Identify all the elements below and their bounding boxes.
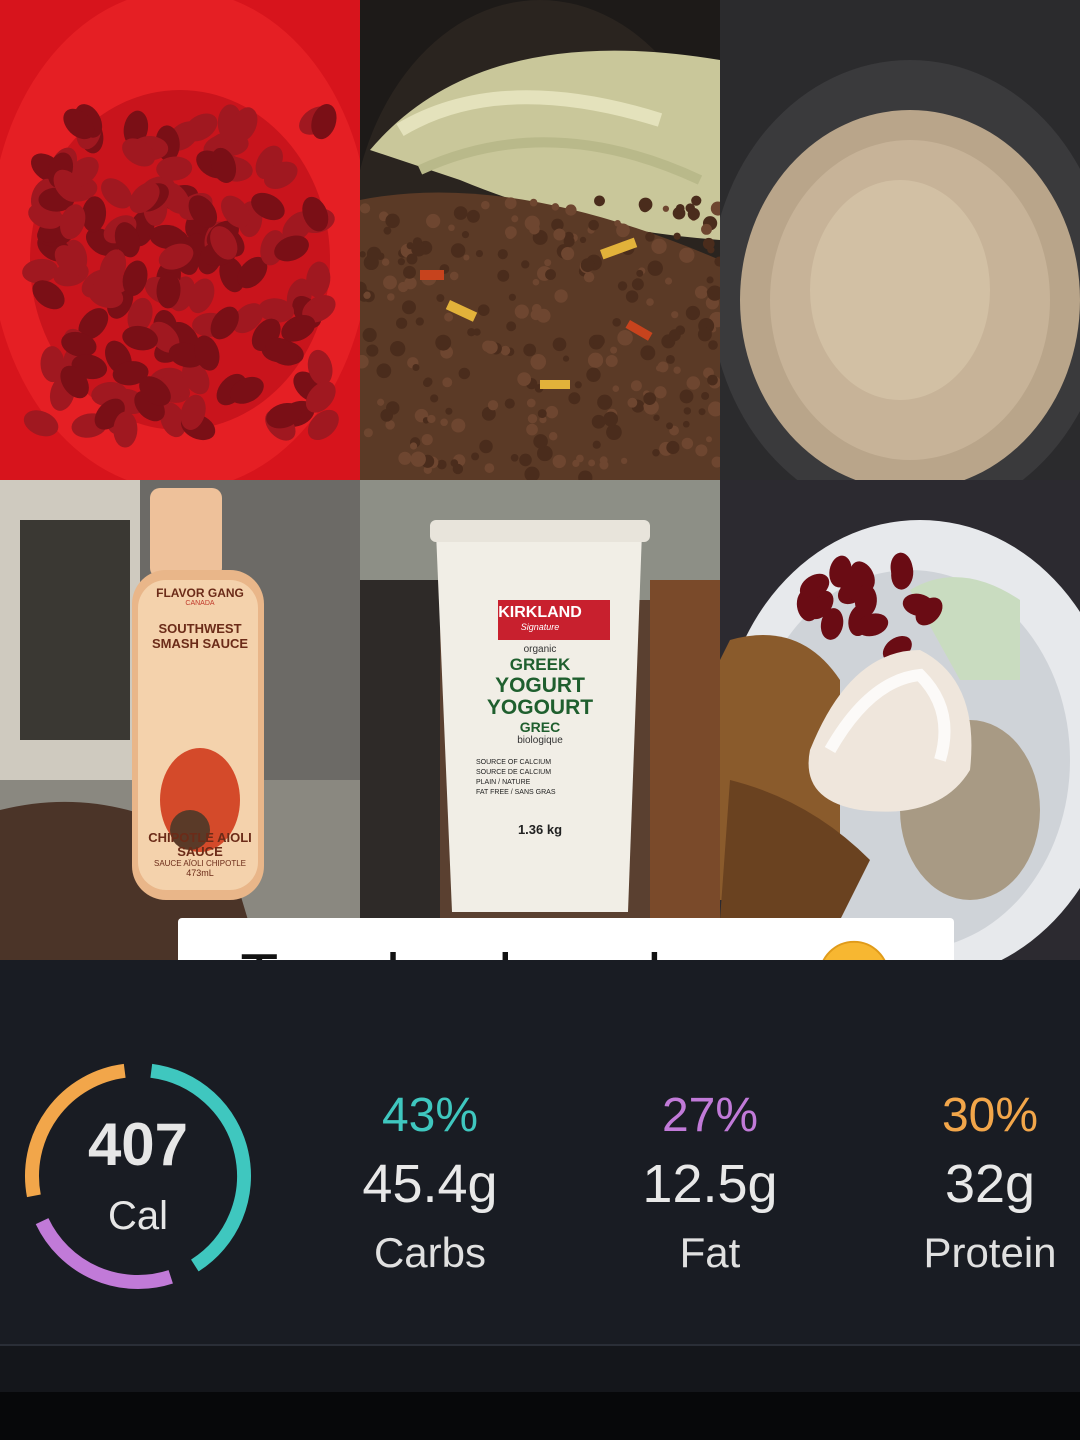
panel-divider — [0, 1344, 1080, 1346]
fat-grams: 12.5g — [642, 1154, 778, 1214]
fat-percent: 27% — [661, 1089, 759, 1142]
fat-label: Fat — [679, 1229, 741, 1276]
yogurt-weight: 1.36 kg — [517, 822, 563, 837]
macro-fat: 27% 12.5g Fat — [580, 1088, 840, 1277]
macro-protein: 30% 32g Protein — [860, 1088, 1080, 1277]
carbs-grams: 45.4g — [362, 1154, 498, 1214]
calorie-summary: 407 Cal — [18, 1056, 258, 1296]
yogurt-organic-fr: biologique — [517, 735, 563, 746]
protein-label: Protein — [923, 1229, 1057, 1276]
photo-ground-beef-cabbage — [360, 0, 720, 480]
yogurt-line3: YOGOURT — [486, 696, 594, 719]
macro-carbs: 43% 45.4g Carbs — [300, 1088, 560, 1277]
carbs-percent: 43% — [381, 1089, 479, 1142]
yogurt-line4: GREC — [519, 719, 561, 735]
sauce-product: CHIPOTLE AIOLI SAUCE — [148, 830, 252, 859]
carbs-label: Carbs — [373, 1229, 487, 1276]
sauce-product-fr: SAUCE AÏOLI CHIPOTLE — [153, 859, 247, 868]
photo-taco-bowl — [720, 480, 1080, 960]
yogurt-claim1-fr: SOURCE DE CALCIUM — [476, 769, 552, 776]
yogurt-brand: KIRKLAND — [498, 604, 582, 621]
sauce-volume: 473mL — [186, 868, 214, 878]
yogurt-organic: organic — [523, 644, 557, 655]
sauce-title: SOUTHWEST SMASH SAUCE — [151, 621, 249, 651]
photo-kidney-beans — [0, 0, 360, 480]
calorie-value: 407 — [87, 1111, 189, 1178]
yogurt-claim3: FAT FREE / SANS GRAS — [476, 789, 556, 796]
bottom-bar — [0, 1392, 1080, 1440]
photo-sauce-bottle: FLAVOR GANG CANADA SOUTHWEST SMASH SAUCE… — [0, 480, 360, 960]
photo-brown-rice — [720, 0, 1080, 480]
photo-yogurt-tub: KIRKLAND Signature organic GREEK YOGURT … — [360, 480, 720, 960]
calorie-unit: Cal — [107, 1194, 169, 1238]
yogurt-claim2: PLAIN / NATURE — [476, 779, 531, 786]
photo-collage: FLAVOR GANG CANADA SOUTHWEST SMASH SAUCE… — [0, 0, 1080, 960]
sauce-brand-sub: CANADA — [185, 600, 215, 607]
sauce-brand: FLAVOR GANG — [156, 586, 244, 600]
protein-grams: 32g — [944, 1154, 1036, 1214]
protein-percent: 30% — [941, 1089, 1039, 1142]
yogurt-line2: YOGURT — [495, 674, 585, 697]
yogurt-brand-sub: Signature — [520, 622, 560, 632]
yogurt-claim1: SOURCE OF CALCIUM — [476, 759, 552, 766]
yogurt-line1: GREEK — [509, 655, 571, 674]
